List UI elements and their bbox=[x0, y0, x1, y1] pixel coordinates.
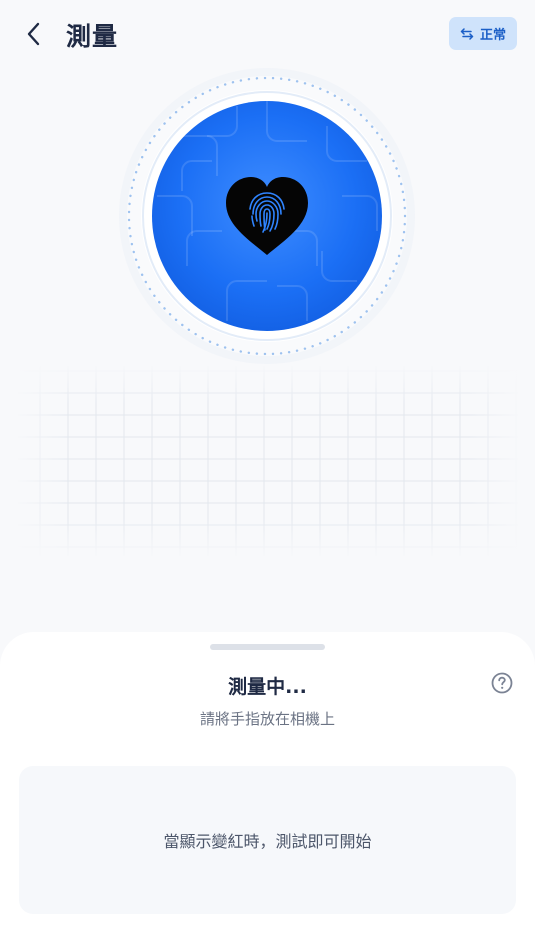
measurement-circle bbox=[117, 66, 417, 366]
hint-text: 當顯示變紅時，測試即可開始 bbox=[163, 832, 372, 851]
bottom-sheet: 測量中... 請將手指放在相機上 當顯示變紅時，測試即可開始 bbox=[0, 632, 535, 951]
swap-arrows-icon bbox=[460, 27, 474, 40]
back-button[interactable] bbox=[16, 14, 52, 54]
header-bar: 測量 正常 bbox=[0, 0, 535, 70]
sheet-drag-handle[interactable] bbox=[210, 644, 325, 650]
instruction-text: 請將手指放在相機上 bbox=[199, 710, 335, 728]
waveform-grid-graphic bbox=[18, 366, 518, 556]
help-button[interactable] bbox=[490, 671, 514, 695]
mode-label: 正常 bbox=[479, 28, 506, 43]
measurement-circle-graphic bbox=[119, 68, 415, 364]
hint-card: 當顯示變紅時，測試即可開始 bbox=[19, 766, 516, 914]
page-title: 測量 bbox=[66, 22, 119, 51]
waveform-grid bbox=[18, 366, 518, 556]
question-circle-icon bbox=[491, 672, 513, 694]
chevron-left-icon bbox=[27, 22, 40, 46]
measuring-status-title: 測量中... bbox=[228, 676, 307, 698]
mode-toggle-button[interactable]: 正常 bbox=[449, 17, 517, 50]
